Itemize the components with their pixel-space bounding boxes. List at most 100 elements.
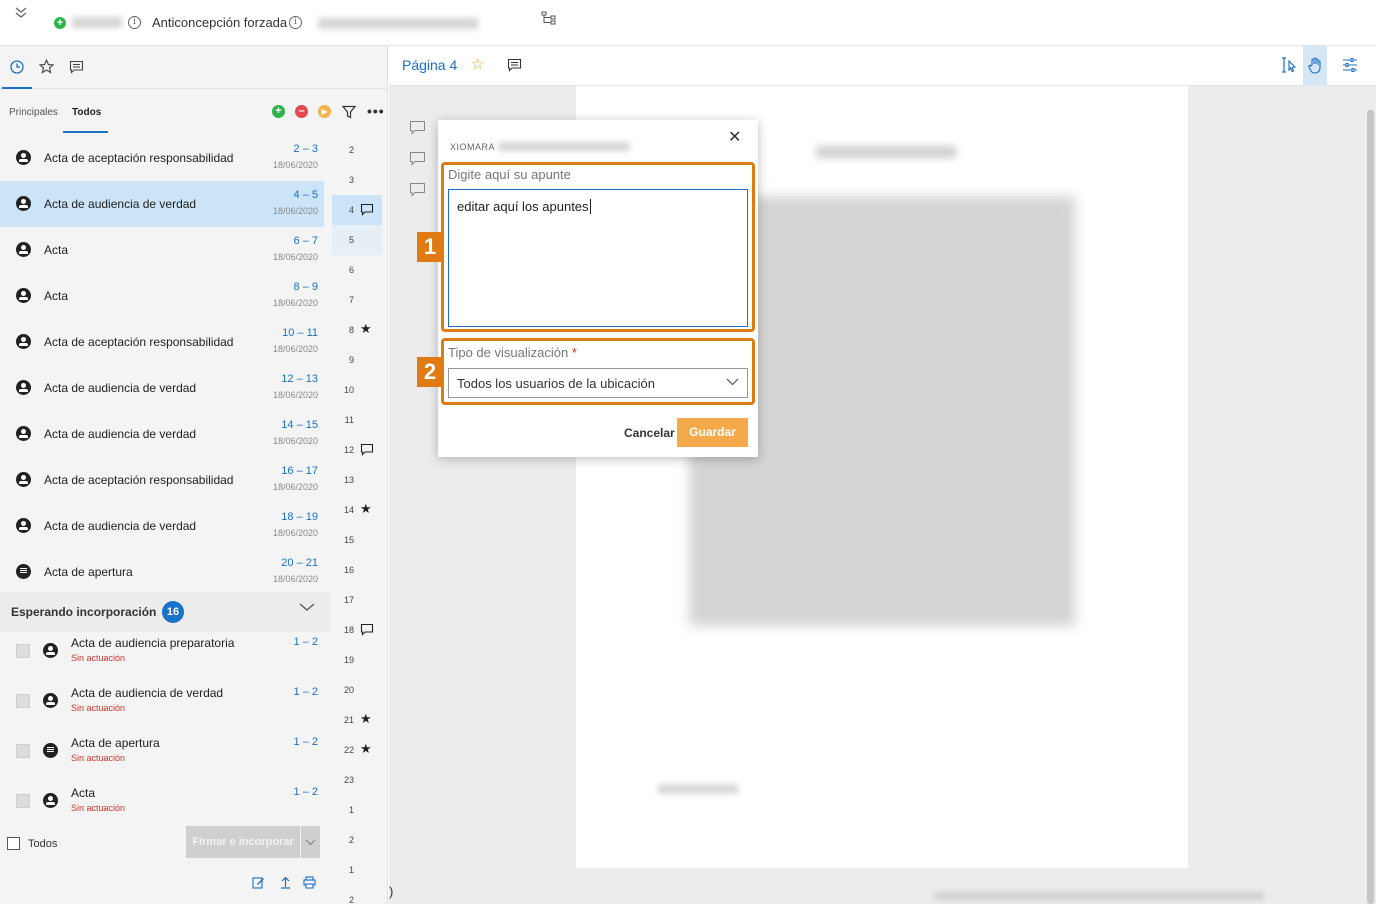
print-icon[interactable] [303,876,316,889]
page-number-row[interactable]: 2 [332,135,382,165]
info-icon[interactable]: i [289,16,302,29]
person-icon [16,288,31,303]
visibility-select[interactable]: Todos los usuarios de la ubicación [448,368,748,398]
margin-comment-icon[interactable] [409,151,426,166]
tree-structure-icon[interactable] [541,11,557,28]
page-number: 3 [348,175,354,185]
page-number-row[interactable]: 4 [332,195,382,225]
add-document-icon[interactable]: + [272,105,285,118]
upload-icon[interactable] [279,876,292,889]
page-number-row[interactable]: 22 ★ [332,735,382,765]
edit-icon[interactable] [252,876,265,889]
page-number: 15 [343,535,354,545]
remove-document-icon[interactable]: – [295,105,308,118]
pending-status: Sin actuación [71,653,126,663]
document-row[interactable]: Acta de apertura 20 – 21 18/06/2020 [0,549,324,595]
pending-pages: 1 – 2 [293,636,318,648]
page-number-row[interactable]: 7 [332,285,382,315]
page-number-row[interactable]: 20 [332,675,382,705]
add-icon[interactable]: + [54,17,66,29]
document-row[interactable]: Acta 8 – 9 18/06/2020 [0,273,324,319]
page-number-row[interactable]: 18 [332,615,382,645]
sign-dropdown-button[interactable] [301,826,320,858]
vertical-scrollbar[interactable] [1367,110,1374,904]
comment-icon[interactable] [507,58,522,72]
favorite-star-icon[interactable]: ☆ [471,55,484,73]
pending-name: Acta de apertura [71,736,160,750]
note-textarea[interactable]: editar aquí los apuntes [448,189,748,327]
tab-todos[interactable]: Todos [72,107,101,118]
cancel-button[interactable]: Cancelar [624,426,675,440]
page-number-row[interactable]: 9 [332,345,382,375]
pan-tool-button[interactable] [1303,46,1327,86]
person-icon [16,196,31,211]
pending-checkbox[interactable] [16,744,30,758]
page-number-row[interactable]: 14 ★ [332,495,382,525]
page-number-row[interactable]: 10 [332,375,382,405]
page-indicator: Página 4 [402,57,458,73]
page-number-row[interactable]: 2 [332,885,382,904]
pending-name: Acta de audiencia preparatoria [71,636,235,650]
page-number-row[interactable]: 23 [332,765,382,795]
settings-sliders-icon[interactable] [1342,57,1358,73]
page-number-row[interactable]: 2 [332,825,382,855]
margin-comment-icon[interactable] [409,120,426,135]
pending-checkbox[interactable] [16,794,30,808]
document-row[interactable]: Acta de aceptación responsabilidad 2 – 3 1… [0,135,324,181]
document-row[interactable]: Acta de audiencia de verdad 14 – 15 18/06/… [0,411,324,457]
pending-pages: 1 – 2 [293,686,318,698]
page-number-row[interactable]: 13 [332,465,382,495]
person-icon [16,380,31,395]
text-select-icon[interactable] [1281,57,1297,73]
tab-principales[interactable]: Principales [9,107,58,118]
page-number-row[interactable]: 21 ★ [332,705,382,735]
info-icon[interactable]: i [128,16,141,29]
page-number-row[interactable]: 16 [332,555,382,585]
document-row[interactable]: Acta de aceptación responsabilidad 16 – 1… [0,457,324,503]
redacted-text [318,18,478,29]
callout-number-1: 1 [417,232,443,262]
filter-icon[interactable] [342,105,356,119]
more-options-icon[interactable]: ••• [367,103,385,119]
play-icon[interactable]: ▶ [318,105,331,118]
comments-tab[interactable] [62,46,92,89]
document-row[interactable]: Acta de audiencia de verdad 12 – 13 18/06/… [0,365,324,411]
page-number-row[interactable]: 19 [332,645,382,675]
page-number-row[interactable]: 1 [332,855,382,885]
document-row[interactable]: Acta de audiencia de verdad 18 – 19 18/06/… [0,503,324,549]
page-number-row[interactable]: 5 [332,225,382,255]
page-number-row[interactable]: 15 [332,525,382,555]
page-number-row[interactable]: 1 [332,795,382,825]
save-button[interactable]: Guardar [677,418,748,447]
person-icon [16,334,31,349]
document-row-selected[interactable]: Acta de audiencia de verdad 4 – 5 18/06/20… [0,181,324,227]
page-number-row[interactable]: 3 [332,165,382,195]
page-number-row[interactable]: 11 [332,405,382,435]
pending-item[interactable]: Acta de audiencia preparatoria Sin actua… [0,632,330,682]
document-name: Acta [44,243,69,257]
margin-comment-icon[interactable] [409,182,426,197]
page-number-row[interactable]: 12 [332,435,382,465]
pending-checkbox[interactable] [16,644,30,658]
close-icon[interactable]: ✕ [728,130,741,146]
favorites-tab[interactable] [32,46,62,89]
pending-checkbox[interactable] [16,694,30,708]
document-row[interactable]: Acta de aceptación responsabilidad 10 – 1… [0,319,324,365]
pending-item[interactable]: Acta Sin actuación 1 – 2 [0,782,330,832]
page-number-row[interactable]: 8 ★ [332,315,382,345]
chevron-down-icon[interactable] [298,601,316,613]
pending-section-header[interactable]: Esperando incorporación 16 [0,592,330,632]
page-number-row[interactable]: 6 [332,255,382,285]
document-row[interactable]: Acta 6 – 7 18/06/2020 [0,227,324,273]
star-icon: ★ [360,321,372,336]
history-tab[interactable] [2,46,32,89]
select-all-checkbox[interactable] [7,837,20,850]
page-number-row[interactable]: 17 [332,585,382,615]
collapse-chevron-icon[interactable] [14,6,28,22]
pending-item[interactable]: Acta de audiencia de verdad Sin actuació… [0,682,330,732]
page-number: 4 [348,205,354,215]
document-pages: 14 – 15 [281,419,318,431]
person-icon [43,693,58,708]
pending-item[interactable]: Acta de apertura Sin actuación 1 – 2 [0,732,330,782]
sign-and-incorporate-button[interactable]: Firmar e incorporar [186,826,300,858]
